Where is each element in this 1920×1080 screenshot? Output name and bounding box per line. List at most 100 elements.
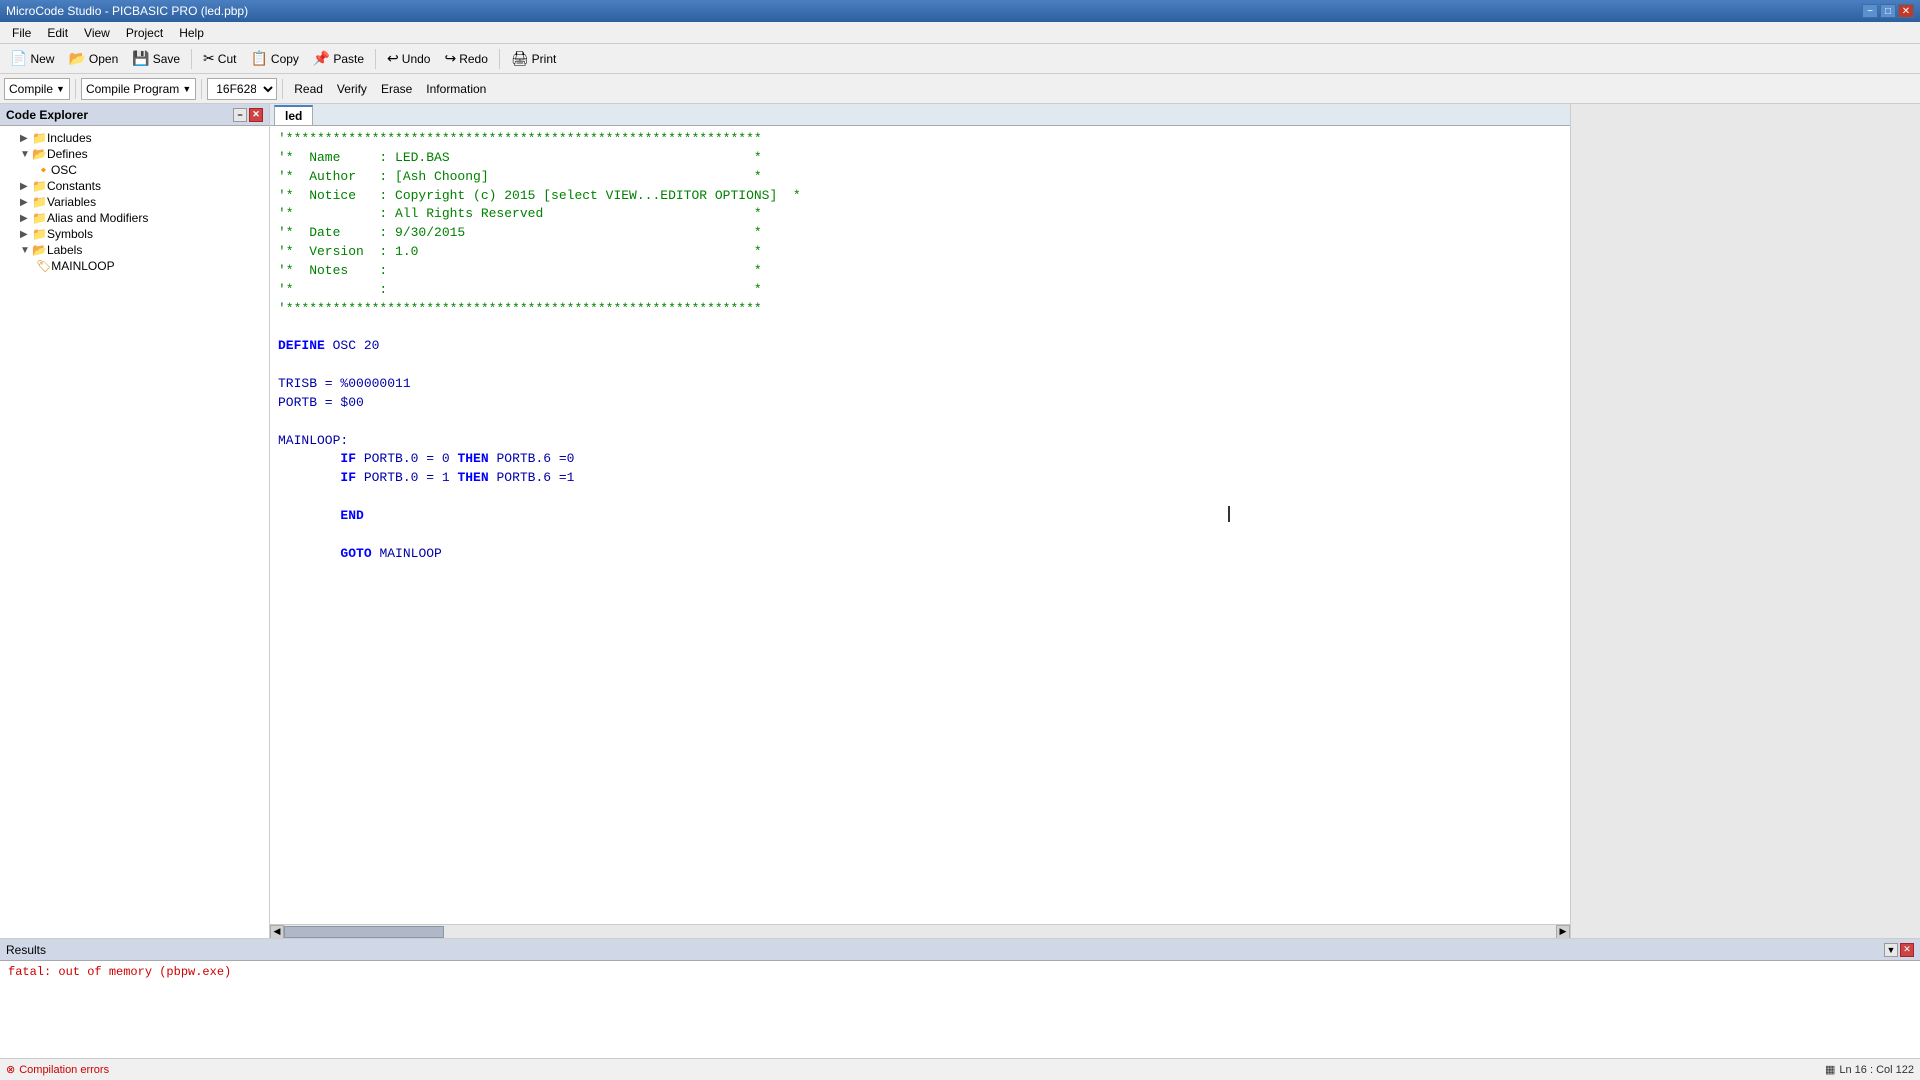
- sep6: [282, 79, 283, 99]
- tree-item-symbols[interactable]: ▶ 📁 Symbols: [4, 226, 265, 242]
- error-text: Compilation errors: [19, 1064, 109, 1076]
- tree-item-includes[interactable]: ▶ 📁 Includes: [4, 130, 265, 146]
- panel-minimize-button[interactable]: −: [233, 108, 247, 122]
- results-close-button[interactable]: ✕: [1900, 943, 1914, 957]
- chip-select[interactable]: 16F628 16F84A 16F877A: [207, 78, 277, 100]
- compile-label: Compile: [9, 82, 53, 96]
- tree-item-constants[interactable]: ▶ 📁 Constants: [4, 178, 265, 194]
- open-label: Open: [89, 52, 118, 66]
- open-button[interactable]: 📂 Open: [62, 47, 124, 71]
- hscroll-left-arrow[interactable]: ◀: [270, 925, 284, 939]
- code-line-7: '* Version : 1.0 *: [278, 243, 1562, 262]
- code-line-2: '* Name : LED.BAS *: [278, 149, 1562, 168]
- undo-icon: ↩: [387, 50, 399, 67]
- save-button[interactable]: 💾 Save: [126, 47, 186, 71]
- tree-item-mainloop[interactable]: 🏷 MAINLOOP: [4, 258, 265, 274]
- results-panel: Results ▼ ✕ fatal: out of memory (pbpw.e…: [0, 938, 1920, 1058]
- tree-item-alias[interactable]: ▶ 📁 Alias and Modifiers: [4, 210, 265, 226]
- tree-label-defines: Defines: [47, 147, 88, 161]
- folder-icon-defines: 📂: [32, 147, 47, 161]
- code-line-11: [278, 318, 1562, 337]
- maximize-button[interactable]: □: [1880, 4, 1896, 18]
- print-button[interactable]: 🖨 Print: [505, 47, 562, 71]
- code-line-18: IF PORTB.0 = 0 THEN PORTB.6 =0: [278, 450, 1562, 469]
- cut-icon: ✂: [203, 50, 215, 67]
- tree-expand-alias: ▶: [20, 213, 30, 224]
- tree-item-variables[interactable]: ▶ 📁 Variables: [4, 194, 265, 210]
- tree-label-labels: Labels: [47, 243, 82, 257]
- tab-led-label: led: [285, 109, 302, 123]
- read-button[interactable]: Read: [288, 77, 329, 101]
- redo-button[interactable]: ↪ Redo: [438, 47, 493, 71]
- tree-expand-includes: ▶: [20, 133, 30, 144]
- copy-label: Copy: [271, 52, 299, 66]
- results-dropdown-button[interactable]: ▼: [1884, 943, 1898, 957]
- menu-view[interactable]: View: [76, 24, 118, 42]
- menu-bar: File Edit View Project Help: [0, 22, 1920, 44]
- code-line-6: '* Date : 9/30/2015 *: [278, 224, 1562, 243]
- tree-item-osc[interactable]: 🔸 OSC: [4, 162, 265, 178]
- code-line-14: TRISB = %00000011: [278, 375, 1562, 394]
- sep1: [191, 49, 192, 69]
- code-line-16: [278, 413, 1562, 432]
- compile-program-dropdown[interactable]: Compile Program ▼: [81, 78, 196, 100]
- position-text: Ln 16 : Col 122: [1839, 1064, 1914, 1076]
- folder-icon-constants: 📁: [32, 179, 47, 193]
- save-icon: 💾: [132, 50, 149, 67]
- read-label: Read: [294, 82, 323, 96]
- hscroll-bar: ◀ ▶: [270, 924, 1570, 938]
- menu-help[interactable]: Help: [171, 24, 212, 42]
- compilation-errors-status: ⊗ Compilation errors: [6, 1063, 109, 1076]
- code-explorer-panel: Code Explorer − ✕ ▶ 📁 Includes ▼ 📂 Defin…: [0, 104, 270, 938]
- tree-area: ▶ 📁 Includes ▼ 📂 Defines 🔸 OSC ▶ 📁: [0, 126, 269, 938]
- code-line-15: PORTB = $00: [278, 394, 1562, 413]
- minimize-button[interactable]: −: [1862, 4, 1878, 18]
- save-label: Save: [153, 52, 180, 66]
- results-text: fatal: out of memory (pbpw.exe): [8, 965, 231, 979]
- verify-button[interactable]: Verify: [331, 77, 373, 101]
- code-line-10: '***************************************…: [278, 300, 1562, 319]
- tab-led[interactable]: led: [274, 105, 313, 125]
- undo-button[interactable]: ↩ Undo: [381, 47, 436, 71]
- tree-expand-constants: ▶: [20, 181, 30, 192]
- title-bar-title: MicroCode Studio - PICBASIC PRO (led.pbp…: [6, 4, 248, 18]
- cursor-position-status: ▦ Ln 16 : Col 122: [1825, 1063, 1914, 1076]
- tree-label-symbols: Symbols: [47, 227, 93, 241]
- main-area: Code Explorer − ✕ ▶ 📁 Includes ▼ 📂 Defin…: [0, 104, 1920, 938]
- tree-item-defines[interactable]: ▼ 📂 Defines: [4, 146, 265, 162]
- code-line-12: DEFINE OSC 20: [278, 337, 1562, 356]
- paste-icon: 📌: [313, 50, 330, 67]
- information-button[interactable]: Information: [420, 77, 492, 101]
- erase-button[interactable]: Erase: [375, 77, 418, 101]
- menu-project[interactable]: Project: [118, 24, 171, 42]
- close-button[interactable]: ✕: [1898, 4, 1914, 18]
- code-line-3: '* Author : [Ash Choong] *: [278, 168, 1562, 187]
- print-icon: 🖨: [511, 50, 529, 67]
- code-explorer-title: Code Explorer: [6, 108, 88, 122]
- code-line-23: GOTO MAINLOOP: [278, 545, 1562, 564]
- new-button[interactable]: 📄 New: [4, 47, 60, 71]
- tree-item-labels[interactable]: ▼ 📂 Labels: [4, 242, 265, 258]
- hscroll-right-arrow[interactable]: ▶: [1556, 925, 1570, 939]
- title-bar-controls: − □ ✕: [1862, 4, 1914, 18]
- undo-label: Undo: [402, 52, 431, 66]
- code-explorer-header: Code Explorer − ✕: [0, 104, 269, 126]
- menu-file[interactable]: File: [4, 24, 39, 42]
- copy-button[interactable]: 📋 Copy: [244, 47, 304, 71]
- cut-label: Cut: [218, 52, 237, 66]
- hscroll-thumb[interactable]: [284, 926, 444, 938]
- paste-button[interactable]: 📌 Paste: [307, 47, 370, 71]
- redo-label: Redo: [459, 52, 488, 66]
- code-line-4: '* Notice : Copyright (c) 2015 [select V…: [278, 187, 1562, 206]
- panel-close-button[interactable]: ✕: [249, 108, 263, 122]
- redo-icon: ↪: [444, 50, 456, 67]
- menu-edit[interactable]: Edit: [39, 24, 76, 42]
- hscroll-track[interactable]: [284, 925, 1556, 939]
- code-editor[interactable]: '***************************************…: [270, 126, 1570, 924]
- tree-expand-variables: ▶: [20, 197, 30, 208]
- copy-icon: 📋: [250, 50, 267, 67]
- cut-button[interactable]: ✂ Cut: [197, 47, 242, 71]
- compile-dropdown[interactable]: Compile ▼: [4, 78, 70, 100]
- sep4: [75, 79, 76, 99]
- tree-expand-labels: ▼: [20, 245, 30, 256]
